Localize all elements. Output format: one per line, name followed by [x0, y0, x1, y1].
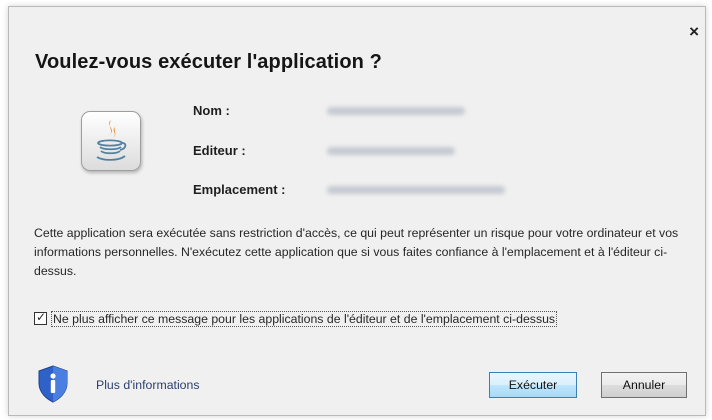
dialog-title: Voulez-vous exécuter l'application ? — [35, 51, 382, 73]
more-info-link[interactable]: Plus d'informations — [96, 378, 200, 392]
shield-info-icon — [38, 365, 68, 403]
publisher-value-blurred — [327, 147, 455, 155]
name-value-blurred — [327, 107, 465, 115]
location-label: Emplacement : — [193, 182, 286, 197]
close-icon[interactable]: × — [689, 23, 699, 40]
run-button[interactable]: Exécuter — [489, 372, 577, 398]
security-warning-dialog: × Voulez-vous exécuter l'application ? N… — [8, 6, 706, 416]
publisher-label: Editeur : — [193, 143, 246, 158]
location-value-blurred — [327, 186, 505, 194]
checkmark-icon: ✓ — [36, 310, 47, 324]
do-not-show-again-label[interactable]: Ne plus afficher ce message pour les app… — [51, 311, 558, 327]
warning-description: Cette application sera exécutée sans res… — [34, 226, 679, 278]
do-not-show-again-checkbox[interactable]: ✓ — [34, 310, 47, 325]
cancel-button[interactable]: Annuler — [601, 372, 687, 398]
java-icon — [81, 111, 141, 171]
name-label: Nom : — [193, 103, 230, 118]
